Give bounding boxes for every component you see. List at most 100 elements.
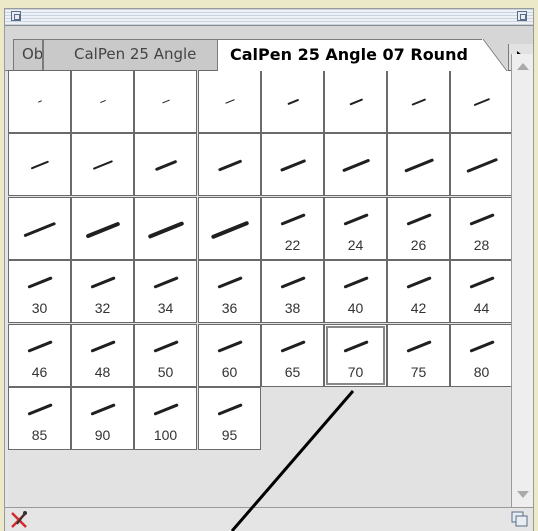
brush-swatch[interactable] (261, 133, 324, 196)
brush-stroke-preview (89, 340, 116, 353)
brush-size-label: 38 (284, 300, 301, 316)
new-brush-icon[interactable] (511, 511, 529, 528)
delete-brush-icon[interactable] (9, 510, 31, 530)
brush-swatch[interactable]: 48 (71, 324, 134, 387)
brush-size-label: 32 (94, 300, 111, 316)
brush-swatch[interactable] (8, 133, 71, 196)
brush-stroke-preview (279, 213, 306, 226)
brush-swatch[interactable] (8, 70, 71, 133)
brush-swatch[interactable]: 65 (261, 324, 324, 387)
close-box-icon[interactable] (11, 11, 21, 21)
brush-swatch[interactable] (450, 70, 513, 133)
brush-swatch[interactable]: 95 (198, 387, 261, 450)
brush-stroke-preview (89, 403, 116, 416)
brush-stroke-preview (342, 340, 369, 353)
brush-swatch[interactable] (8, 197, 71, 260)
brush-stroke-preview (147, 220, 184, 239)
zoom-box-icon[interactable] (517, 11, 527, 21)
brush-swatch[interactable]: 36 (198, 260, 261, 323)
tab-calpen-25-angle[interactable]: CalPen 25 Angle (43, 39, 218, 70)
scroll-down-arrow-icon[interactable] (517, 491, 529, 498)
brush-swatch[interactable]: 34 (134, 260, 197, 323)
brush-swatch[interactable]: 46 (8, 324, 71, 387)
brush-swatch[interactable] (198, 133, 261, 196)
palette-status-bar (5, 507, 533, 531)
brush-stroke-preview (217, 159, 242, 172)
brush-stroke-preview (473, 97, 490, 107)
brush-stroke-preview (216, 276, 243, 289)
brush-stroke-preview (468, 213, 495, 226)
brush-swatch[interactable]: 100 (134, 387, 197, 450)
brush-size-label: 60 (221, 364, 238, 380)
brush-swatch[interactable] (134, 70, 197, 133)
brush-swatch[interactable] (71, 70, 134, 133)
brush-swatch[interactable]: 90 (71, 387, 134, 450)
brush-swatch[interactable] (324, 70, 387, 133)
brush-swatch[interactable]: 38 (261, 260, 324, 323)
brush-swatch[interactable]: 28 (450, 197, 513, 260)
brush-swatch[interactable] (134, 133, 197, 196)
brush-size-label: 40 (347, 300, 364, 316)
brush-stroke-preview (37, 100, 42, 103)
tab-objects[interactable]: Obje (13, 39, 43, 70)
brush-stroke-preview (411, 98, 426, 106)
brush-swatch[interactable] (387, 70, 450, 133)
tab-edge-decoration (482, 39, 508, 71)
brush-size-label: 36 (221, 300, 238, 316)
brush-swatch[interactable] (324, 133, 387, 196)
brush-swatch[interactable]: 24 (324, 197, 387, 260)
brush-stroke-preview (342, 213, 369, 226)
brush-stroke-preview (30, 160, 49, 170)
brush-stroke-preview (89, 276, 116, 289)
vertical-scrollbar[interactable] (511, 54, 533, 507)
brush-stroke-preview (85, 221, 120, 239)
brush-swatch[interactable]: 70 (324, 324, 387, 387)
brush-size-label: 100 (153, 427, 178, 443)
brush-swatch[interactable] (71, 197, 134, 260)
brush-stroke-preview (92, 160, 113, 171)
brush-swatch[interactable]: 50 (134, 324, 197, 387)
brush-swatch[interactable]: 80 (450, 324, 513, 387)
brush-size-label: 42 (410, 300, 427, 316)
brush-swatch[interactable] (71, 133, 134, 196)
scroll-up-arrow-icon[interactable] (517, 63, 529, 70)
brush-swatch[interactable]: 60 (198, 324, 261, 387)
brush-size-label: 65 (284, 364, 301, 380)
brush-swatch[interactable] (198, 70, 261, 133)
brush-size-label: 75 (410, 364, 427, 380)
brush-swatch[interactable]: 44 (450, 260, 513, 323)
brush-stroke-preview (405, 340, 432, 353)
brush-size-label: 50 (157, 364, 174, 380)
brush-swatch[interactable]: 30 (8, 260, 71, 323)
brush-size-label: 28 (473, 237, 490, 253)
brush-swatch[interactable]: 42 (387, 260, 450, 323)
brush-stroke-preview (161, 99, 170, 104)
brush-swatch[interactable]: 22 (261, 197, 324, 260)
tab-label: CalPen 25 Angle (74, 45, 197, 63)
brush-stroke-preview (279, 276, 306, 289)
brush-stroke-preview (26, 340, 53, 353)
brush-swatch[interactable]: 85 (8, 387, 71, 450)
brush-swatch[interactable]: 26 (387, 197, 450, 260)
brush-swatch[interactable] (134, 197, 197, 260)
brush-stroke-preview (279, 340, 306, 353)
palette-title-bar[interactable] (5, 9, 533, 26)
brush-swatch[interactable] (261, 70, 324, 133)
brush-size-label: 48 (94, 364, 111, 380)
brush-swatch[interactable] (198, 197, 261, 260)
brush-size-label: 90 (94, 427, 111, 443)
brush-stroke-preview (152, 276, 179, 289)
brush-swatch[interactable] (387, 133, 450, 196)
brush-swatch[interactable]: 40 (324, 260, 387, 323)
brush-size-label: 46 (31, 364, 48, 380)
brush-swatch[interactable]: 32 (71, 260, 134, 323)
brush-grid: 22 24 26 28 30 32 34 36 38 40 42 44 46 48 50 60 65 70 75 80… (8, 70, 513, 507)
brush-stroke-preview (405, 213, 432, 226)
brush-stroke-preview (341, 158, 370, 173)
brush-swatch[interactable] (450, 133, 513, 196)
brush-stroke-preview (468, 276, 495, 289)
brush-swatch[interactable]: 75 (387, 324, 450, 387)
tab-calpen-25-angle-07-round[interactable]: CalPen 25 Angle 07 Round (217, 39, 483, 71)
tab-label: CalPen 25 Angle 07 Round (230, 45, 468, 64)
brush-size-label: 95 (221, 427, 238, 443)
